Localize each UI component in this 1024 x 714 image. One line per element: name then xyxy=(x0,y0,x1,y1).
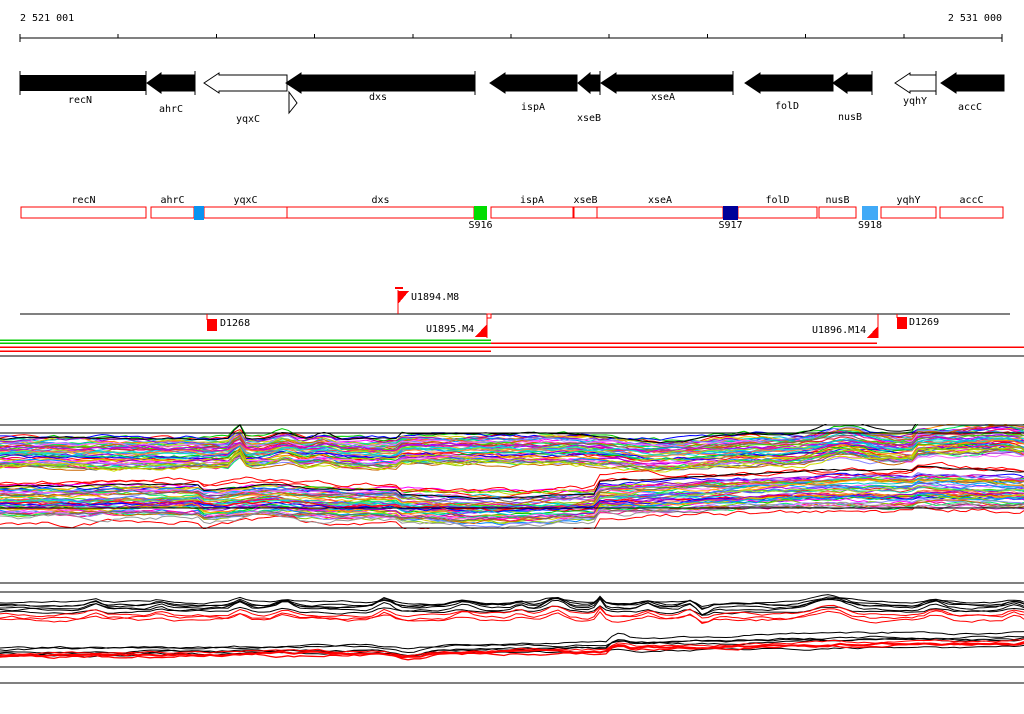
genome-scene xyxy=(0,34,1024,684)
gene-arrow-xseA[interactable] xyxy=(600,72,734,94)
gene-arrow-ahrC[interactable] xyxy=(146,72,196,94)
flag-U1896_M14[interactable] xyxy=(867,314,879,338)
marker-S917[interactable] xyxy=(723,206,738,220)
flag-D1268[interactable] xyxy=(206,314,217,331)
gene-box-folD[interactable] xyxy=(737,206,818,219)
colored-profiles-panel-curves xyxy=(0,424,1024,529)
gene-arrow-yqxC[interactable] xyxy=(203,72,288,94)
redblack-profiles-panel-curves xyxy=(0,594,1024,661)
flag-D1269[interactable] xyxy=(896,314,907,329)
gene-box-nusB[interactable] xyxy=(818,206,857,219)
gene-box-track xyxy=(20,206,1004,220)
marker-S918[interactable] xyxy=(862,206,878,220)
gene-box-ispA[interactable] xyxy=(490,206,574,219)
gene-box-accC[interactable] xyxy=(939,206,1004,219)
gene-arrow-nusB[interactable] xyxy=(832,72,873,94)
gene-box-dxs[interactable] xyxy=(286,206,475,219)
genome-browser-view: 2 521 001 2 531 000 recN ahrC yqxC dxs ispA x… xyxy=(0,0,1024,714)
flag-U1894_M8[interactable] xyxy=(395,287,409,314)
gene-arrow-xseB[interactable] xyxy=(577,71,600,95)
marker-S916[interactable] xyxy=(474,206,487,220)
marker-blue-square[interactable] xyxy=(194,206,204,220)
gene-arrow-track xyxy=(19,71,1005,115)
flag-track xyxy=(20,287,1010,338)
gene-box-ahrC[interactable] xyxy=(150,206,195,219)
gene-arrow-yqhY[interactable] xyxy=(894,72,937,94)
gene-box-xseA[interactable] xyxy=(596,206,724,219)
gene-box-xseB[interactable] xyxy=(573,206,598,219)
flag-U1895_M4[interactable] xyxy=(475,313,492,338)
gene-arrow-folD[interactable] xyxy=(744,72,834,94)
gene-arrow-dxs[interactable] xyxy=(285,72,476,94)
gene-arrow-recN[interactable] xyxy=(20,75,146,91)
terminator-pennant-icon xyxy=(288,90,298,115)
gene-arrow-accC[interactable] xyxy=(940,72,1005,94)
gene-arrow-ispA[interactable] xyxy=(489,72,578,94)
signal-lines xyxy=(0,339,1024,357)
gene-box-recN[interactable] xyxy=(20,206,147,219)
expression-series-1-0-0 xyxy=(0,594,1024,608)
gene-box-yqhY[interactable] xyxy=(880,206,937,219)
coordinate-ruler xyxy=(19,34,1003,42)
gene-box-yqxC[interactable] xyxy=(203,206,288,219)
